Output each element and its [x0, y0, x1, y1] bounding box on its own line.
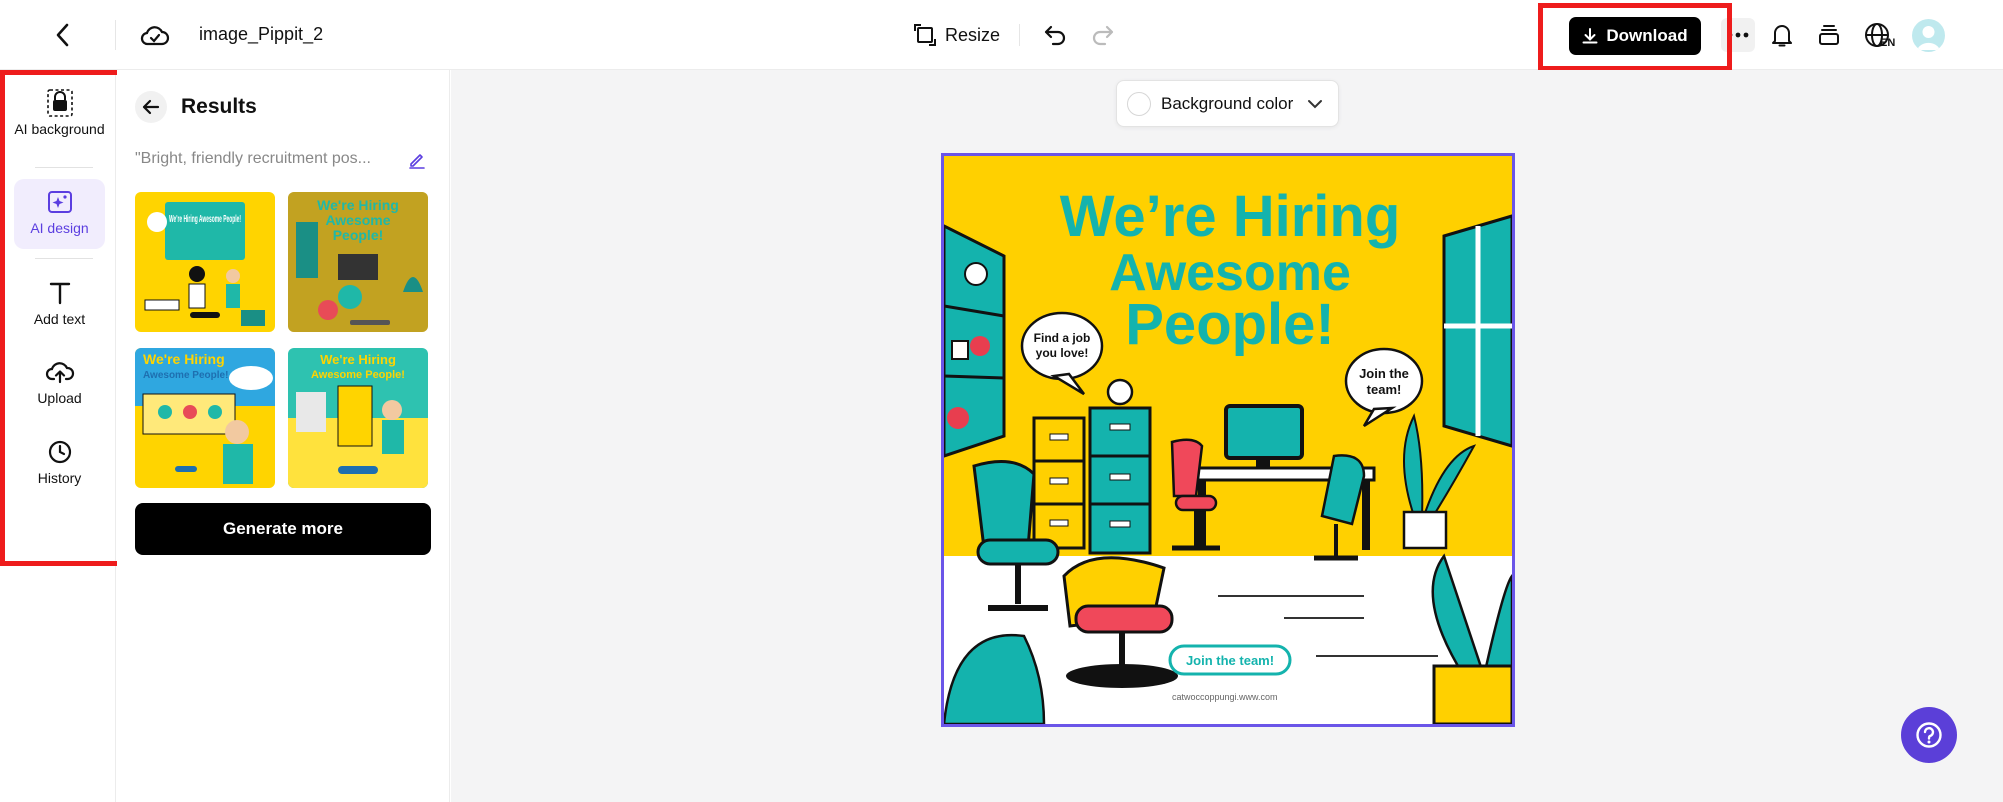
- rail-item-history[interactable]: History: [14, 437, 105, 493]
- user-icon: [1917, 26, 1940, 50]
- svg-text:We're Hiring: We're Hiring: [320, 352, 396, 367]
- rail-item-label: AI design: [30, 220, 89, 236]
- bubble-right-line-1: Join the: [1359, 366, 1409, 381]
- svg-text:Awesome People!: Awesome People!: [311, 369, 405, 381]
- background-color-dropdown[interactable]: Background color: [1116, 80, 1339, 127]
- help-button[interactable]: [1901, 707, 1957, 763]
- background-color-label: Background color: [1161, 93, 1294, 113]
- question-mark-icon: [1916, 722, 1942, 748]
- result-thumbnail-1[interactable]: We're Hiring Awesome People!: [135, 192, 275, 332]
- download-highlight-frame: [1538, 3, 1732, 71]
- arrow-left-icon: [142, 99, 160, 115]
- svg-text:People!: People!: [333, 227, 384, 243]
- rail-item-ai-design[interactable]: AI design: [14, 179, 105, 249]
- text-icon: [49, 282, 70, 305]
- redo-icon: [1092, 25, 1114, 46]
- chevron-left-icon: [56, 23, 69, 47]
- bubble-left-line-1: Find a job: [1034, 331, 1091, 345]
- layers-icon: [1819, 25, 1839, 45]
- back-button[interactable]: [48, 20, 78, 50]
- resize-label: Resize: [945, 24, 1001, 45]
- history-icon: [48, 440, 71, 464]
- rail-item-add-text[interactable]: Add text: [14, 278, 105, 334]
- rail-item-label: AI background: [14, 121, 105, 137]
- prompt-text: "Bright, friendly recruitment pos...: [135, 150, 371, 167]
- ai-background-icon: [46, 89, 73, 117]
- result-thumbnail-3[interactable]: We're Hiring Awesome People!: [135, 348, 275, 488]
- design-canvas-image[interactable]: We’re Hiring Awesome People! Find a job …: [941, 153, 1515, 727]
- file-name[interactable]: image_Pippit_20: [199, 24, 323, 45]
- results-panel: Results "Bright, friendly recruitment po…: [117, 70, 450, 802]
- svg-text:We're Hiring: We're Hiring: [143, 351, 225, 367]
- bell-icon: [1772, 25, 1792, 47]
- poster-headline-line-1: We’re Hiring: [1060, 184, 1401, 249]
- rail-item-label: Upload: [37, 390, 82, 406]
- thumb-headline: We're Hiring Awesome People!: [169, 214, 241, 225]
- divider: [35, 167, 93, 168]
- cloud-save-status[interactable]: [139, 19, 171, 51]
- divider: [115, 20, 116, 50]
- results-back-button[interactable]: [135, 91, 167, 123]
- bubble-left-line-2: you love!: [1036, 346, 1089, 360]
- undo-icon: [1044, 25, 1066, 46]
- redo-button[interactable]: [1088, 20, 1118, 50]
- bubble-right-line-2: team!: [1367, 382, 1402, 397]
- undo-button[interactable]: [1040, 20, 1070, 50]
- rail-item-upload[interactable]: Upload: [14, 357, 105, 413]
- avatar[interactable]: [1912, 19, 1945, 52]
- result-thumbnail-4[interactable]: We're Hiring Awesome People!: [288, 348, 428, 488]
- color-swatch: [1127, 91, 1151, 116]
- upload-icon: [45, 362, 74, 384]
- language-code: EN: [1880, 37, 1896, 49]
- notifications-button[interactable]: [1766, 19, 1798, 51]
- pencil-icon: [409, 154, 425, 169]
- plans-button[interactable]: [1813, 19, 1845, 51]
- rail-item-label: Add text: [33, 311, 86, 327]
- chevron-down-icon: [1308, 99, 1323, 108]
- poster-headline-line-3: People!: [1125, 292, 1335, 357]
- generate-more-button[interactable]: Generate more: [135, 503, 431, 555]
- edit-prompt-button[interactable]: [406, 149, 428, 171]
- poster-cta: Join the team!: [1186, 653, 1274, 668]
- svg-text:We're Hiring: We're Hiring: [317, 197, 399, 213]
- rail-item-label: History: [37, 470, 82, 486]
- ai-design-icon: [47, 191, 72, 213]
- canvas-area: Background color We’re Hiring Awesome Pe…: [451, 70, 2003, 802]
- rail-item-ai-background[interactable]: AI background: [14, 88, 105, 158]
- svg-text:Awesome: Awesome: [325, 212, 390, 228]
- top-bar: image_Pippit_20 Resize Download EN: [0, 0, 2003, 71]
- language-button[interactable]: EN: [1858, 19, 1898, 53]
- resize-button[interactable]: Resize: [913, 20, 1000, 50]
- divider: [1019, 24, 1020, 46]
- cloud-check-icon: [140, 26, 170, 46]
- tool-rail: AI background AI design Add text Upload …: [0, 70, 116, 802]
- poster-footer: catwoccoppungi.www.com: [1172, 692, 1278, 702]
- svg-text:Awesome People!: Awesome People!: [143, 370, 228, 381]
- result-thumbnail-2[interactable]: We're Hiring Awesome People!: [288, 192, 428, 332]
- divider: [35, 258, 93, 259]
- resize-icon: [914, 24, 936, 46]
- results-title: Results: [181, 95, 257, 118]
